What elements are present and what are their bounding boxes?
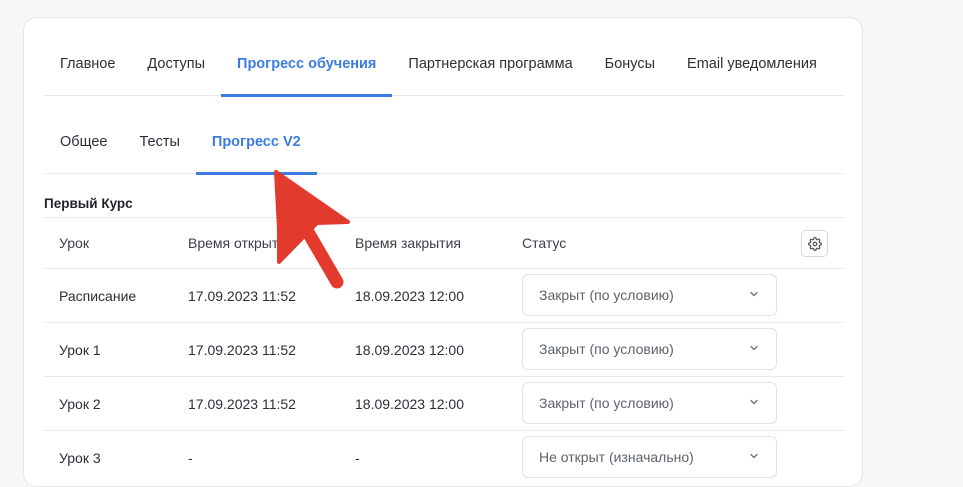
status-select[interactable]: Не открыт (изначально): [522, 436, 777, 478]
table-settings-button[interactable]: [801, 230, 828, 257]
column-header-status: Статус: [522, 235, 567, 251]
lesson-name: Урок 2: [59, 395, 101, 412]
column-header-open-time: Время открытия: [188, 235, 294, 251]
close-time: 18.09.2023 12:00: [355, 287, 464, 304]
lessons-table: Урок Время открытия Время закрытия Стату…: [44, 217, 844, 484]
tab-access[interactable]: Доступы: [131, 45, 221, 95]
status-select-value: Закрыт (по условию): [539, 395, 674, 411]
tab-partner-program[interactable]: Партнерская программа: [392, 45, 588, 95]
progress-subtabs: Общее Тесты Прогресс V2: [44, 124, 844, 175]
tab-bonuses[interactable]: Бонусы: [589, 45, 671, 95]
column-header-close-time: Время закрытия: [355, 235, 461, 251]
table-row: Урок 2 17.09.2023 11:52 18.09.2023 12:00…: [44, 376, 844, 430]
status-select-value: Закрыт (по условию): [539, 341, 674, 357]
table-header-row: Урок Время открытия Время закрытия Стату…: [44, 217, 844, 268]
tab-email-notifications[interactable]: Email уведомления: [671, 45, 833, 95]
tab-learning-progress[interactable]: Прогресс обучения: [221, 45, 393, 97]
main-tabs: Главное Доступы Прогресс обучения Партне…: [44, 45, 844, 97]
subtab-tests[interactable]: Тесты: [123, 124, 195, 173]
tab-main[interactable]: Главное: [44, 45, 131, 95]
lesson-name: Урок 1: [59, 341, 101, 358]
open-time: 17.09.2023 11:52: [188, 341, 296, 358]
status-select[interactable]: Закрыт (по условию): [522, 328, 777, 370]
close-time: 18.09.2023 12:00: [355, 395, 464, 412]
column-header-lesson: Урок: [59, 235, 89, 251]
chevron-down-icon: [750, 345, 758, 351]
subtab-general[interactable]: Общее: [44, 124, 123, 173]
subtab-progress-v2[interactable]: Прогресс V2: [195, 124, 317, 175]
gear-icon: [807, 236, 822, 251]
course-title: Первый Курс: [44, 196, 133, 211]
status-select[interactable]: Закрыт (по условию): [522, 274, 777, 316]
close-time: 18.09.2023 12:00: [355, 341, 464, 358]
chevron-down-icon: [750, 453, 758, 459]
close-time: -: [355, 449, 360, 466]
open-time: 17.09.2023 11:52: [188, 395, 296, 412]
table-row: Урок 3 - - Не открыт (изначально): [44, 430, 844, 484]
open-time: -: [188, 449, 193, 466]
status-select[interactable]: Закрыт (по условию): [522, 382, 777, 424]
table-row: Расписание 17.09.2023 11:52 18.09.2023 1…: [44, 268, 844, 322]
lesson-name: Урок 3: [59, 449, 101, 466]
lesson-name: Расписание: [59, 287, 137, 304]
chevron-down-icon: [750, 291, 758, 297]
settings-card: Главное Доступы Прогресс обучения Партне…: [23, 17, 863, 487]
status-select-value: Закрыт (по условию): [539, 287, 674, 303]
chevron-down-icon: [750, 399, 758, 405]
table-row: Урок 1 17.09.2023 11:52 18.09.2023 12:00…: [44, 322, 844, 376]
status-select-value: Не открыт (изначально): [539, 449, 694, 465]
open-time: 17.09.2023 11:52: [188, 287, 296, 304]
